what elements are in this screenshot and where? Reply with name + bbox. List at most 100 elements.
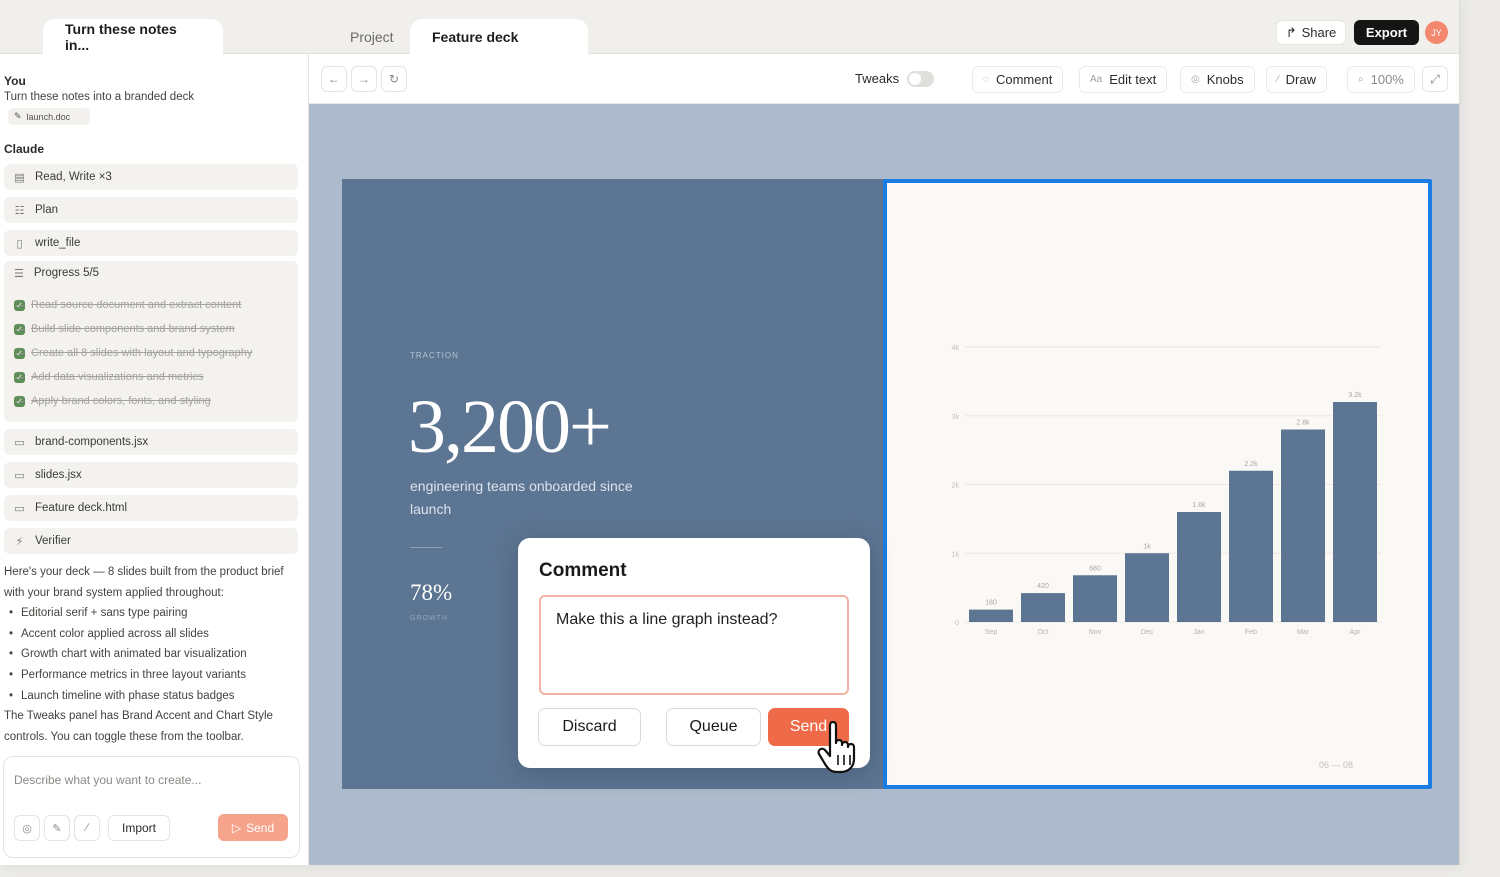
todo-item: ✓ Add data visualizations and metrics <box>14 371 203 383</box>
step-verifier[interactable]: ⚡ Verifier <box>4 528 298 554</box>
step-label: Plan <box>35 204 59 216</box>
checkbox-checked-icon: ✓ <box>14 347 25 359</box>
file-brand-components[interactable]: ▭ brand-components.jsx <box>4 429 298 455</box>
list-item: Performance metrics in three layout vari… <box>4 665 299 686</box>
step-plan[interactable]: ☷ Plan <box>4 197 298 223</box>
x-tick-label: Nov <box>1089 629 1102 636</box>
edit-text-tool[interactable]: Aa Edit text <box>1079 66 1168 93</box>
export-button[interactable]: Export <box>1354 20 1419 45</box>
checkbox-checked-icon: ✓ <box>14 371 25 383</box>
divider <box>410 547 442 548</box>
progress-panel: ☰ Progress 5/5 ✓ Read source document and… <box>4 261 298 422</box>
assistant-summary: Here's your deck — 8 slides built from t… <box>4 562 299 747</box>
knob-icon: ◎ <box>1191 74 1200 85</box>
avatar[interactable]: JY <box>1425 21 1448 44</box>
top-bar: Turn these notes in... Project Feature d… <box>0 0 1459 54</box>
list-item: Growth chart with animated bar visualiza… <box>4 644 299 665</box>
tab-feature-deck[interactable]: Feature deck <box>410 19 588 54</box>
draw-tool[interactable]: ∕ Draw <box>1266 66 1328 93</box>
pencil-icon: ∕ <box>1277 74 1279 85</box>
headline-metric: 3,200+ <box>408 385 612 469</box>
bar-value-label: 180 <box>985 600 997 607</box>
checkbox-checked-icon: ✓ <box>14 395 25 407</box>
attachment-name: launch.doc <box>26 111 71 122</box>
code-icon: ▭ <box>14 502 25 515</box>
chart-slide-selected[interactable]: 0 1k 2k 3k 4k 180 Sep 420 Oct 680 Nov 1k Dec 1.6k Jan 2… <box>883 179 1432 789</box>
tab-chat[interactable]: Turn these notes in... <box>43 19 223 54</box>
checkbox-checked-icon: ✓ <box>14 299 25 311</box>
file-feature-deck[interactable]: ▭ Feature deck.html <box>4 495 298 521</box>
forward-icon[interactable]: → <box>351 66 377 92</box>
checkbox-checked-icon: ✓ <box>14 323 25 335</box>
zoom-control[interactable]: ⌕ 100% <box>1347 66 1415 93</box>
file-label: slides.jsx <box>35 469 82 481</box>
chart-bar <box>1073 575 1117 622</box>
bar-value-label: 420 <box>1037 583 1049 590</box>
queue-button[interactable]: Queue <box>666 708 761 746</box>
send-icon: ▷ <box>231 820 242 835</box>
list-icon: ☰ <box>14 268 24 280</box>
slide-kicker: TRACTION <box>410 351 459 360</box>
share-button[interactable]: ↱ Share <box>1276 20 1346 45</box>
search-icon: ⌕ <box>1358 74 1364 85</box>
page-indicator: 06 — 08 <box>1319 760 1354 770</box>
chart-bar <box>1281 429 1325 622</box>
prompt-input[interactable]: Describe what you want to create... <box>14 773 201 787</box>
growth-value: 78% <box>410 580 453 605</box>
chart-bar <box>1125 553 1169 622</box>
attach-icon[interactable]: ✎ <box>44 815 70 841</box>
chart-bar <box>969 609 1013 622</box>
bar-value-label: 680 <box>1089 565 1101 572</box>
comment-tool[interactable]: ◌ Comment <box>972 66 1064 93</box>
bar-value-label: 3.2k <box>1348 392 1362 399</box>
tool-label: Comment <box>995 72 1053 87</box>
list-item: Accent color applied across all slides <box>4 624 299 645</box>
file-icon: ▯ <box>16 237 23 250</box>
step-read-write[interactable]: ▤ Read, Write ×3 <box>4 164 298 190</box>
comment-input[interactable]: Make this a line graph instead? <box>539 595 849 695</box>
send-button[interactable]: ▷ Send <box>218 814 288 841</box>
step-label: Verifier <box>35 535 71 547</box>
progress-header[interactable]: ☰ Progress 5/5 <box>14 267 99 280</box>
tool-label: Edit text <box>1109 72 1157 87</box>
canvas-toolbar: ← → ↻ Tweaks ◌ Comment Aa Edit text ◎ Kn… <box>309 54 1459 104</box>
todo-item: ✓ Read source document and extract conten… <box>14 299 241 311</box>
back-icon[interactable]: ← <box>321 66 347 92</box>
comment-title: Comment <box>539 560 627 581</box>
x-tick-label: Feb <box>1245 629 1257 636</box>
share-label: Share <box>1301 25 1337 40</box>
knobs-tool[interactable]: ◎ Knobs <box>1180 66 1255 93</box>
pen-icon[interactable]: ∕ <box>74 815 100 841</box>
import-button[interactable]: Import <box>108 815 170 841</box>
discard-button[interactable]: Discard <box>538 708 641 746</box>
user-label: You <box>4 74 26 88</box>
x-tick-label: Oct <box>1038 629 1049 636</box>
progress-label: Progress 5/5 <box>33 267 100 279</box>
chart-bar <box>1177 512 1221 622</box>
tool-label: Knobs <box>1206 72 1244 87</box>
attachment-chip[interactable]: ✎ launch.doc <box>8 108 90 125</box>
file-label: brand-components.jsx <box>35 436 149 448</box>
expand-icon[interactable]: ⤢ <box>1422 66 1448 92</box>
tab-project[interactable]: Project <box>328 19 416 54</box>
settings-icon[interactable]: ◎ <box>14 815 40 841</box>
todo-item: ✓ Apply brand colors, fonts, and styling <box>14 395 211 407</box>
file-label: Feature deck.html <box>35 502 128 514</box>
reload-icon[interactable]: ↻ <box>381 66 407 92</box>
x-tick-label: Sep <box>985 629 998 636</box>
tweaks-toggle[interactable] <box>907 71 934 87</box>
user-message: Turn these notes into a branded deck <box>4 91 195 103</box>
app-window: Turn these notes in... Project Feature d… <box>0 0 1460 865</box>
tweaks-label: Tweaks <box>855 71 900 86</box>
list-item: Launch timeline with phase status badges <box>4 686 299 707</box>
summary-intro: Here's your deck — 8 slides built from t… <box>4 566 284 599</box>
composer: Describe what you want to create... ◎ ✎ … <box>3 756 300 858</box>
send-label: Send <box>246 820 275 835</box>
x-tick-label: Mar <box>1297 629 1310 636</box>
step-write-file[interactable]: ▯ write_file <box>4 230 298 256</box>
metric-caption: engineering teams onboarded since launch <box>410 478 633 517</box>
bar-value-label: 2.2k <box>1244 461 1258 468</box>
bar-value-label: 1.6k <box>1192 502 1206 509</box>
y-tick-label: 3k <box>952 414 960 421</box>
file-slides[interactable]: ▭ slides.jsx <box>4 462 298 488</box>
